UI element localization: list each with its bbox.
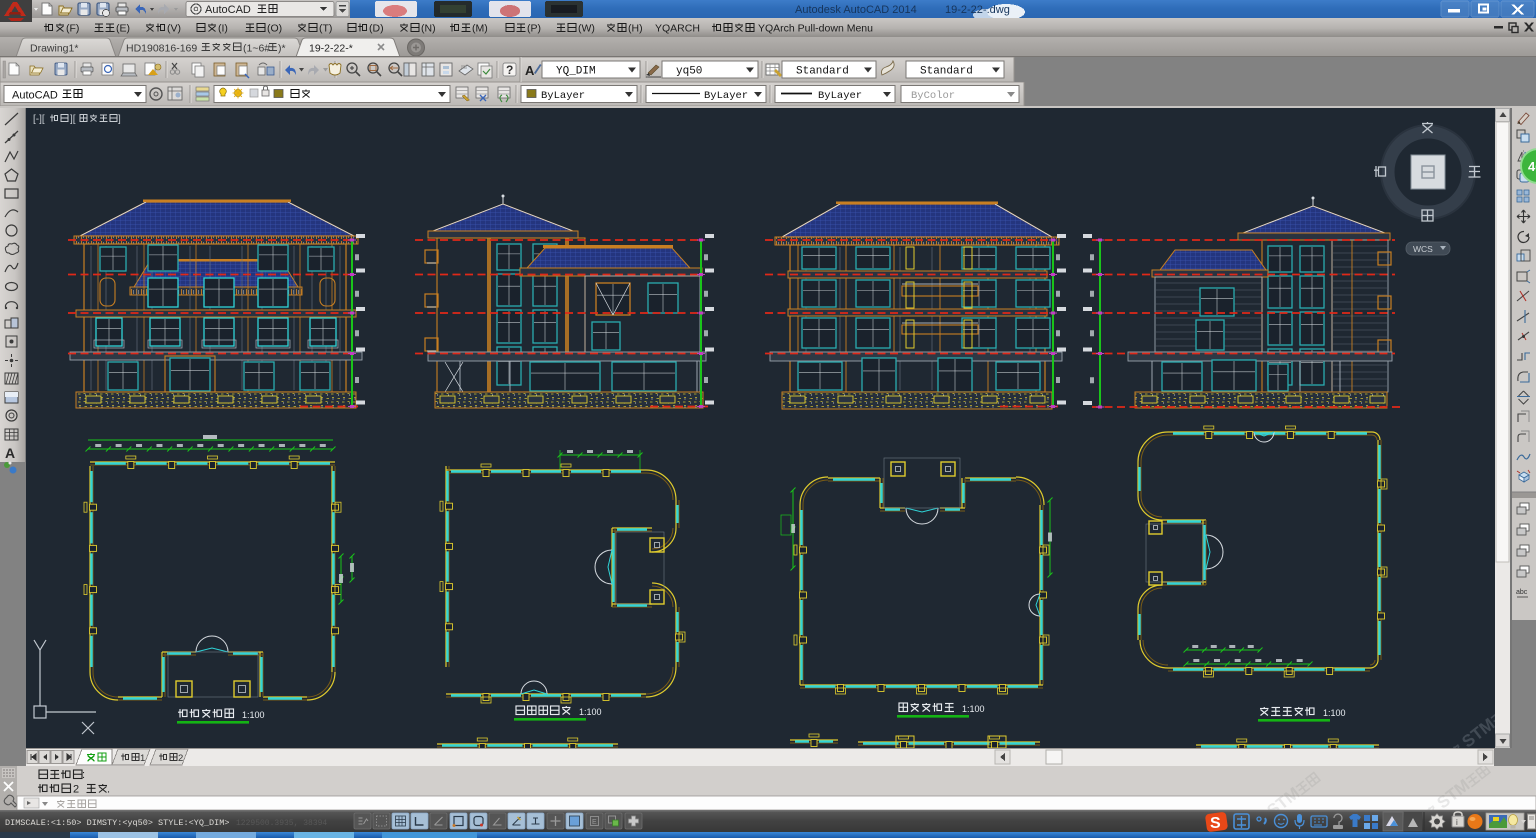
svg-text:A: A <box>5 445 15 461</box>
svg-text:A: A <box>525 63 535 78</box>
svg-text:2: 2 <box>73 784 79 796</box>
svg-text:Drawing1*: Drawing1* <box>30 43 78 55</box>
svg-text:(W): (W) <box>578 23 595 35</box>
svg-text:Standard: Standard <box>796 66 849 78</box>
svg-text:yq50: yq50 <box>676 66 702 78</box>
svg-text:(E): (E) <box>116 23 130 35</box>
svg-text:(D): (D) <box>369 23 384 35</box>
svg-text:(1~6#: (1~6# <box>243 43 270 55</box>
svg-text:]: ] <box>118 114 121 125</box>
svg-text:(V): (V) <box>167 23 181 35</box>
svg-text:HD190816-169: HD190816-169 <box>126 43 197 55</box>
svg-text::: : <box>82 769 85 781</box>
svg-text:][: ][ <box>70 114 76 125</box>
svg-text:(N): (N) <box>421 23 436 35</box>
svg-text:(I): (I) <box>218 23 228 35</box>
svg-text:STM: STM <box>1263 783 1303 810</box>
svg-text:(F): (F) <box>66 23 79 35</box>
svg-text:AutoCAD: AutoCAD <box>12 90 58 102</box>
svg-text:YQArch Pull-down Menu: YQArch Pull-down Menu <box>758 23 873 35</box>
svg-text:46: 46 <box>1528 159 1536 174</box>
svg-text:ByLayer: ByLayer <box>541 90 585 102</box>
svg-text:S: S <box>1210 815 1221 832</box>
svg-text:2: 2 <box>178 753 183 764</box>
svg-text:1: 1 <box>140 753 145 764</box>
svg-text:(M): (M) <box>472 23 488 35</box>
svg-text:abc: abc <box>1516 589 1528 596</box>
svg-text:19-2-22-*: 19-2-22-* <box>309 43 353 55</box>
svg-text:i: i <box>1456 818 1458 827</box>
svg-text:1229500.3935, 38394: 1229500.3935, 38394 <box>236 819 327 828</box>
svg-text:?: ? <box>506 63 513 77</box>
svg-text:Standard: Standard <box>920 66 973 78</box>
svg-text:(T): (T) <box>319 23 332 35</box>
svg-text:)*: )* <box>278 43 286 55</box>
svg-text:ByLayer: ByLayer <box>818 90 862 102</box>
svg-text:[-][: [-][ <box>33 114 45 125</box>
svg-text:DIMSCALE:<1:50> DIMSTY:<yq50>: DIMSCALE:<1:50> DIMSTY:<yq50> STYLE:<YQ_… <box>5 818 229 828</box>
svg-text:YQARCH: YQARCH <box>655 23 700 35</box>
svg-text:(P): (P) <box>527 23 541 35</box>
svg-text:1:100: 1:100 <box>579 707 602 717</box>
svg-text:Autodesk AutoCAD 2014: Autodesk AutoCAD 2014 <box>795 4 917 16</box>
svg-text:ByLayer: ByLayer <box>704 90 748 102</box>
svg-text:YQ_DIM: YQ_DIM <box>556 66 596 78</box>
svg-text:E: E <box>592 819 597 826</box>
svg-text:AutoCAD: AutoCAD <box>205 4 251 16</box>
svg-text:(H): (H) <box>628 23 643 35</box>
svg-text:(O): (O) <box>267 23 282 35</box>
svg-text:.: . <box>107 784 110 796</box>
svg-text:1:100: 1:100 <box>962 704 985 714</box>
svg-text:19-2-22-.dwg: 19-2-22-.dwg <box>945 4 1010 16</box>
svg-text:WCS: WCS <box>1413 244 1433 254</box>
svg-text:1:100: 1:100 <box>1323 708 1346 718</box>
svg-text:1:100: 1:100 <box>242 710 265 720</box>
svg-text:ByColor: ByColor <box>911 90 955 102</box>
svg-text:STM: STM <box>1433 775 1473 810</box>
